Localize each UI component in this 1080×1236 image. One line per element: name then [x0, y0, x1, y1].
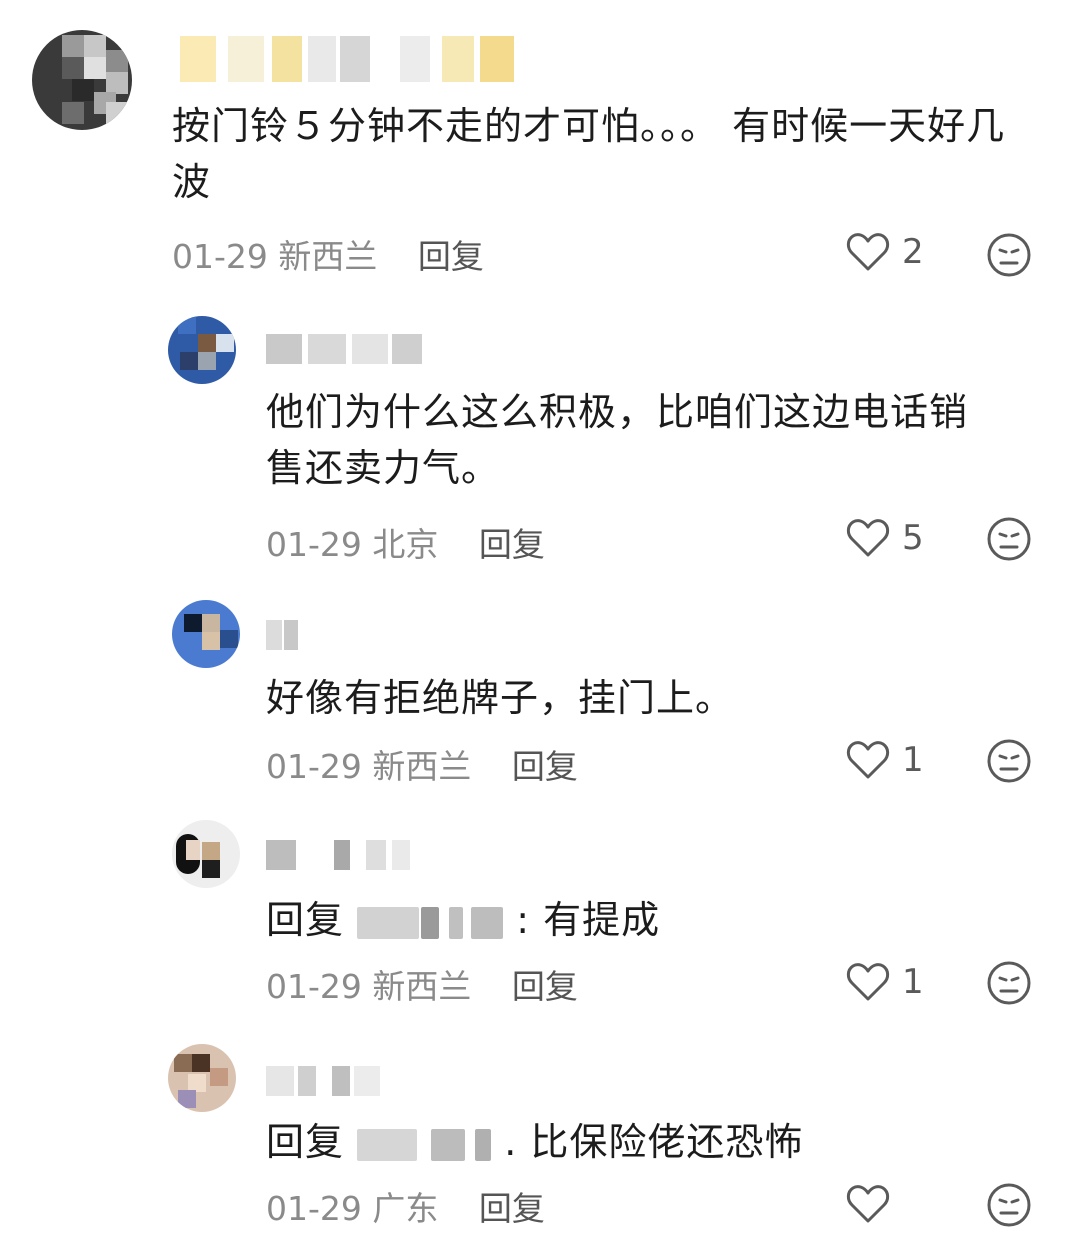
- mentioned-user-blurred[interactable]: [357, 1120, 504, 1164]
- username-blurred[interactable]: [266, 840, 416, 870]
- reply-button[interactable]: 回复: [418, 237, 484, 276]
- comment-location: 新西兰: [372, 747, 472, 786]
- like-count: 1: [902, 962, 924, 1002]
- like-button[interactable]: 5: [846, 518, 924, 558]
- comment-text: 回复 : 有提成: [266, 892, 1006, 948]
- comment-date: 01-29: [172, 237, 268, 276]
- comment-date: 01-29: [266, 1189, 362, 1228]
- mentioned-user-blurred[interactable]: [357, 898, 516, 942]
- reply-item: 回复 : 有提成 01-29 新西兰 回复 1: [0, 810, 1080, 1020]
- like-button[interactable]: 2: [846, 232, 924, 272]
- reply-body: . 比保险佬还恐怖: [504, 1120, 804, 1164]
- username-blurred[interactable]: [266, 334, 426, 364]
- comment-meta: 01-29 新西兰 回复: [266, 960, 578, 1008]
- comment-date: 01-29: [266, 747, 362, 786]
- heart-outline-icon: [846, 518, 890, 558]
- comment-meta: 01-29 广东 回复: [266, 1182, 545, 1230]
- comment-text: 回复 . 比保险佬还恐怖: [266, 1114, 1006, 1170]
- like-count: 2: [902, 232, 924, 272]
- like-button[interactable]: 1: [846, 740, 924, 780]
- comment-date: 01-29: [266, 967, 362, 1006]
- reply-prefix: 回复: [266, 898, 345, 942]
- neutral-face-icon[interactable]: [986, 516, 1032, 562]
- comment-location: 广东: [372, 1189, 439, 1228]
- avatar[interactable]: [172, 600, 240, 668]
- comment-item: 按门铃５分钟不走的才可怕。。。 有时候一天好几波 01-29 新西兰 回复 2: [0, 0, 1080, 290]
- reply-item: 回复 . 比保险佬还恐怖 01-29 广东 回复: [0, 1030, 1080, 1236]
- comment-text: 按门铃５分钟不走的才可怕。。。 有时候一天好几波: [172, 104, 1006, 204]
- like-button[interactable]: [846, 1184, 902, 1224]
- avatar[interactable]: [32, 30, 132, 130]
- comment-meta: 01-29 北京 回复: [266, 518, 545, 566]
- reply-button[interactable]: 回复: [479, 525, 545, 564]
- comment-location: 新西兰: [372, 967, 472, 1006]
- heart-outline-icon: [846, 962, 890, 1002]
- avatar[interactable]: [168, 316, 236, 384]
- username-blurred[interactable]: [266, 620, 306, 650]
- username-blurred[interactable]: [266, 1066, 386, 1096]
- comment-location: 北京: [372, 525, 439, 564]
- reply-item: 好像有拒绝牌子，挂门上。 01-29 新西兰 回复 1: [0, 590, 1080, 800]
- reply-button[interactable]: 回复: [512, 747, 578, 786]
- heart-outline-icon: [846, 740, 890, 780]
- heart-outline-icon: [846, 1184, 890, 1224]
- reply-item: 他们为什么这么积极，比咱们这边电话销售还卖力气。 01-29 北京 回复 5: [0, 300, 1080, 580]
- heart-outline-icon: [846, 232, 890, 272]
- comment-date: 01-29: [266, 525, 362, 564]
- reply-body: : 有提成: [516, 898, 661, 942]
- comment-location: 新西兰: [278, 237, 378, 276]
- reply-button[interactable]: 回复: [479, 1189, 545, 1228]
- comment-text: 好像有拒绝牌子，挂门上。: [266, 676, 735, 720]
- like-button[interactable]: 1: [846, 962, 924, 1002]
- comment-text: 他们为什么这么积极，比咱们这边电话销售还卖力气。: [266, 390, 969, 490]
- neutral-face-icon[interactable]: [986, 738, 1032, 784]
- comment-meta: 01-29 新西兰 回复: [266, 740, 578, 788]
- reply-button[interactable]: 回复: [512, 967, 578, 1006]
- like-count: 5: [902, 518, 924, 558]
- avatar[interactable]: [168, 1044, 236, 1112]
- like-count: 1: [902, 740, 924, 780]
- neutral-face-icon[interactable]: [986, 232, 1032, 278]
- neutral-face-icon[interactable]: [986, 1182, 1032, 1228]
- reply-prefix: 回复: [266, 1120, 345, 1164]
- avatar[interactable]: [172, 820, 240, 888]
- comment-meta: 01-29 新西兰 回复: [172, 230, 484, 278]
- neutral-face-icon[interactable]: [986, 960, 1032, 1006]
- username-blurred[interactable]: [180, 36, 520, 82]
